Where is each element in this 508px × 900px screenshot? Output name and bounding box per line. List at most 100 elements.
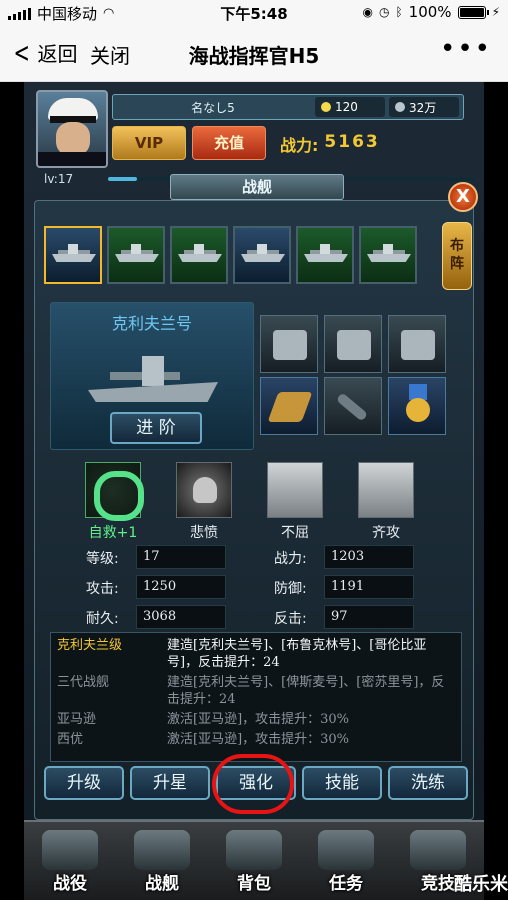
ship-slot-4[interactable] <box>233 226 291 284</box>
stat-level-value: 17 <box>136 545 226 569</box>
ship-slot-1[interactable] <box>44 226 102 284</box>
refine-button[interactable]: 洗练 <box>388 766 468 800</box>
stat-defense-label: 防御: <box>274 581 307 597</box>
close-icon[interactable]: X <box>448 182 478 212</box>
power-value: 5163 <box>324 132 380 152</box>
ship-preview-tower <box>142 356 164 386</box>
top-navbar: < 返回 关闭 海战指挥官H5 ••• <box>0 24 508 82</box>
formation-button[interactable]: 布 阵 <box>442 222 472 290</box>
gold-amount: 120 <box>335 100 358 114</box>
equip-slot-armor[interactable] <box>260 377 318 435</box>
skull-icon <box>176 462 232 518</box>
combo-description-list[interactable]: 克利夫兰级 建造[克利夫兰号]、[布鲁克林号]、[哥伦比亚号]，反击提升：24 … <box>50 632 462 762</box>
task-icon <box>318 830 374 870</box>
vip-button[interactable]: VIP <box>112 126 186 160</box>
self-rescue-icon <box>85 462 144 521</box>
ship-slot-5[interactable] <box>296 226 354 284</box>
equipment-grid <box>260 315 446 435</box>
ship-list <box>44 226 417 284</box>
warship-icon <box>134 830 190 870</box>
formation-label-2: 阵 <box>450 256 464 272</box>
skill-label: 自救+1 <box>88 525 138 541</box>
combo-name: 克利夫兰级 <box>57 638 123 653</box>
nav-label: 战舰 <box>145 874 179 894</box>
skill-item[interactable]: 自救+1 <box>84 462 144 542</box>
backpack-icon <box>226 830 282 870</box>
combo-name: 西优 <box>57 732 84 747</box>
equip-slot-medal[interactable] <box>388 377 446 435</box>
combo-row: 克利夫兰级 建造[克利夫兰号]、[布鲁克林号]、[哥伦比亚号]，反击提升：24 <box>57 637 455 671</box>
panel-title: 战舰 <box>170 174 344 200</box>
indomitable-icon <box>267 462 323 518</box>
level-progress-fill <box>108 177 138 181</box>
upgrade-button[interactable]: 升级 <box>44 766 124 800</box>
compass-icon <box>42 830 98 870</box>
combo-row: 三代战舰 建造[克利夫兰号]、[俾斯麦号]、[密苏里号]，反击提升：24 <box>57 674 455 708</box>
bluetooth-icon: ᛒ <box>395 5 403 19</box>
stat-durability-value: 3068 <box>136 605 226 629</box>
combo-effect: 激活[亚马逊]，攻击提升：30% <box>167 712 350 727</box>
battery-percent: 100% <box>408 3 452 21</box>
combo-row: 西优 激活[亚马逊]，攻击提升：30% <box>57 731 455 748</box>
nav-warship[interactable]: 战舰 <box>122 824 202 896</box>
player-name: 名なし5 <box>191 101 235 115</box>
ship-slot-6[interactable] <box>359 226 417 284</box>
avatar-uniform <box>38 152 106 166</box>
skill-label: 不屈 <box>281 525 309 541</box>
alarm-icon: ◷ <box>378 5 390 19</box>
gold-coin-icon <box>321 102 331 112</box>
gold-currency[interactable]: 120 <box>315 97 385 117</box>
recharge-button[interactable]: 充值 <box>192 126 266 160</box>
player-info-bar: 名なし5 120 32万 <box>112 94 464 120</box>
silver-currency[interactable]: 32万 <box>389 97 459 117</box>
ship-name: 克利夫兰号 <box>111 314 192 333</box>
silver-coin-icon <box>395 102 405 112</box>
nav-label: 战役 <box>53 874 87 894</box>
stat-durability-label: 耐久: <box>86 611 119 627</box>
nav-backpack[interactable]: 背包 <box>214 824 294 896</box>
stat-power-label: 战力: <box>274 551 307 567</box>
combo-effect: 建造[克利夫兰号]、[俾斯麦号]、[密苏里号]，反击提升：24 <box>167 675 445 707</box>
highlight-circle <box>212 754 294 814</box>
advance-button[interactable]: 进 阶 <box>110 412 202 444</box>
more-icon[interactable]: ••• <box>440 34 492 64</box>
status-bar: 中国移动 ◠ 下午5:48 ◉ ◷ ᛒ 100% ⚡ <box>0 0 508 24</box>
avatar[interactable] <box>36 90 108 168</box>
avatar-face <box>56 122 90 156</box>
star-up-button[interactable]: 升星 <box>130 766 210 800</box>
skill-button[interactable]: 技能 <box>302 766 382 800</box>
equip-slot-torpedo[interactable] <box>324 377 382 435</box>
stat-counter-value: 97 <box>324 605 414 629</box>
ship-slot-2[interactable] <box>107 226 165 284</box>
nav-campaign[interactable]: 战役 <box>30 824 110 896</box>
stat-attack-value: 1250 <box>136 575 226 599</box>
stat-counter-label: 反击: <box>274 611 307 627</box>
formation-label-1: 布 <box>450 238 464 254</box>
stat-defense-value: 1191 <box>324 575 414 599</box>
skill-item[interactable]: 悲愤 <box>175 462 233 542</box>
level-label: lv:17 <box>44 172 74 186</box>
lock-icon: ◉ <box>362 5 373 19</box>
equip-slot-turret[interactable] <box>260 315 318 373</box>
nav-task[interactable]: 任务 <box>306 824 386 896</box>
silver-amount: 32万 <box>409 100 437 115</box>
bottom-nav: 战役 战舰 背包 任务 竞技 <box>24 820 484 900</box>
nav-label: 任务 <box>329 874 363 894</box>
game-view: 名なし5 120 32万 VIP 充值 战力: 5163 lv:17 战舰 X … <box>24 82 484 900</box>
arena-icon <box>410 830 466 870</box>
skill-label: 悲愤 <box>190 525 218 541</box>
combo-name: 亚马逊 <box>57 712 97 727</box>
nav-label: 背包 <box>237 874 271 894</box>
equip-slot-radar[interactable] <box>388 315 446 373</box>
volley-icon <box>358 462 414 518</box>
stat-level-label: 等级: <box>86 551 119 567</box>
player-power: 战力: 5163 <box>280 132 380 156</box>
skill-item[interactable]: 不屈 <box>266 462 324 542</box>
power-label: 战力: <box>280 136 319 155</box>
charging-icon: ⚡ <box>491 5 500 19</box>
equip-slot-engine[interactable] <box>324 315 382 373</box>
ship-slot-3[interactable] <box>170 226 228 284</box>
combo-effect: 激活[亚马逊]，攻击提升：30% <box>167 732 350 747</box>
skill-list: 自救+1 悲愤 不屈 齐攻 <box>84 462 415 542</box>
skill-item[interactable]: 齐攻 <box>357 462 415 542</box>
